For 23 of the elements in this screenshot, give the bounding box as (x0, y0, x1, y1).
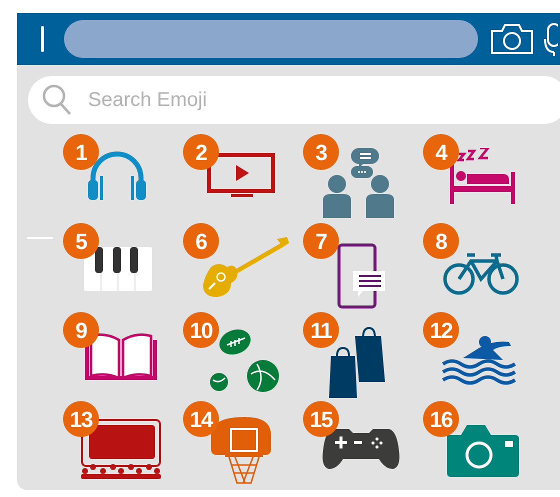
number-badge: 7 (303, 223, 339, 259)
number-badge: 9 (63, 312, 99, 348)
number-badge: 3 (303, 134, 339, 170)
number-badge: 12 (423, 312, 459, 348)
number-badge: 4 (423, 134, 459, 170)
search-field[interactable]: Search Emoji (28, 76, 560, 124)
number-badge: 10 (183, 312, 219, 348)
microphone-icon[interactable] (544, 22, 558, 56)
address-field[interactable] (64, 20, 478, 58)
number-badge: 14 (183, 401, 219, 437)
text-cursor-icon (41, 26, 44, 52)
number-badge: 16 (423, 401, 459, 437)
number-badge: 5 (63, 223, 99, 259)
number-badge: 13 (63, 401, 99, 437)
number-badge: 8 (423, 223, 459, 259)
placeholder-text: Search Emoji (88, 88, 207, 113)
number-badge: 1 (63, 134, 99, 170)
number-badge: 6 (183, 223, 219, 259)
number-badge: 2 (183, 134, 219, 170)
camera-icon[interactable] (490, 23, 534, 55)
number-badge: 11 (303, 312, 339, 348)
number-badge: 15 (303, 401, 339, 437)
search-icon (42, 84, 72, 116)
